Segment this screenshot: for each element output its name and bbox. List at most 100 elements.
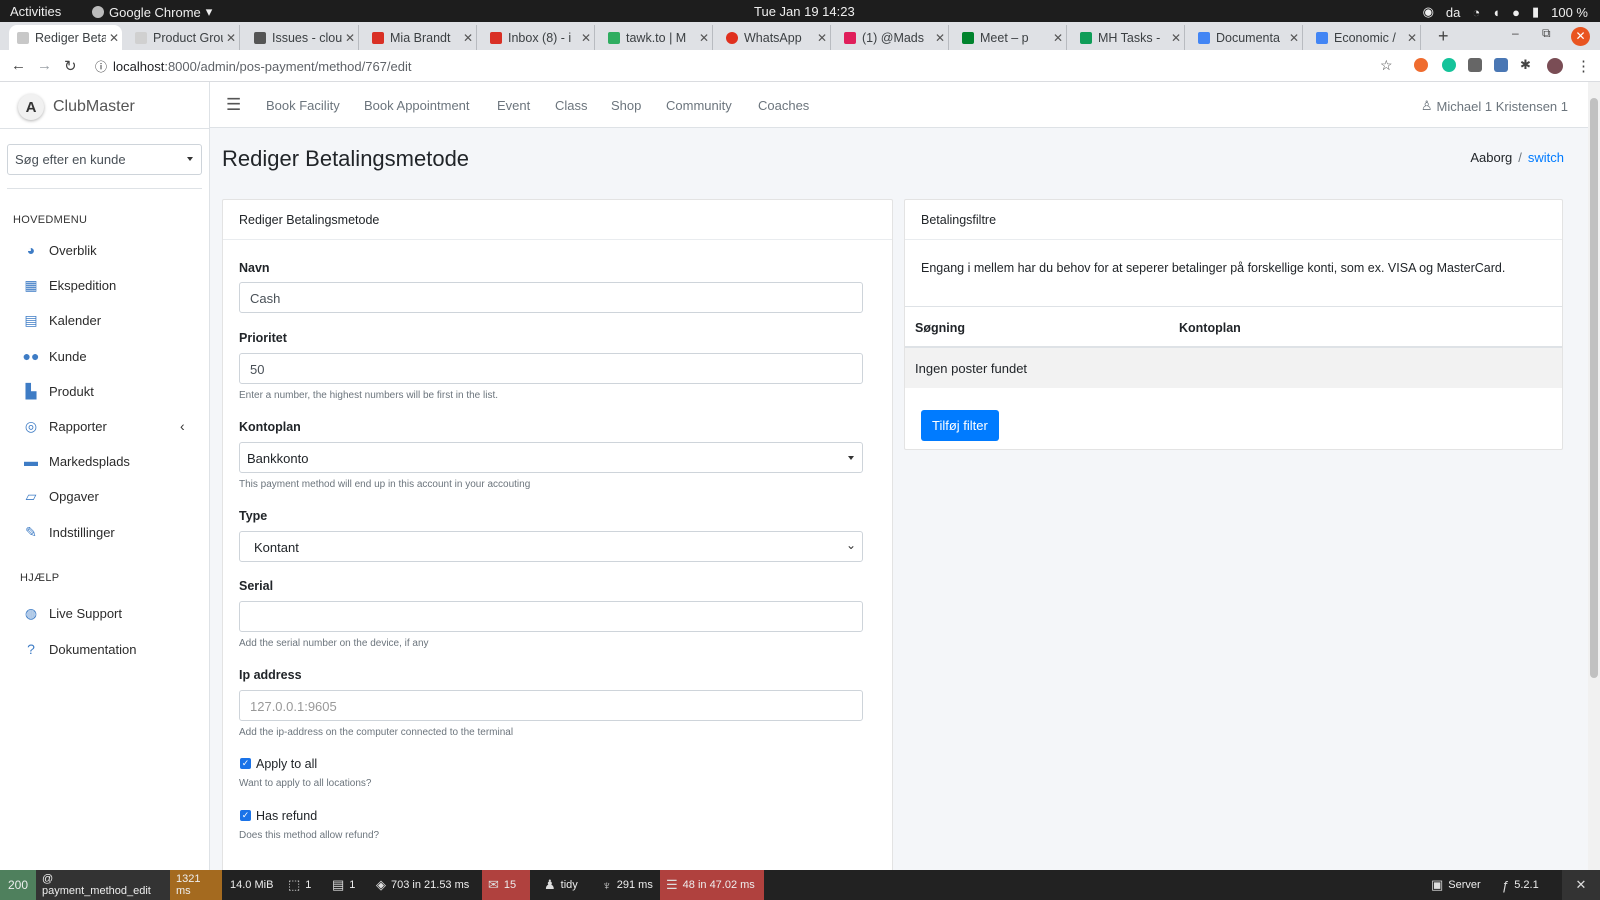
tab-economic[interactable]: Economic / ✕ xyxy=(1308,25,1421,50)
language-indicator[interactable]: da xyxy=(1446,5,1460,20)
tab-issues[interactable]: Issues - cloud ✕ xyxy=(246,25,359,50)
nav-book-appointment[interactable]: Book Appointment xyxy=(364,98,470,113)
close-icon[interactable]: ✕ xyxy=(1050,31,1066,45)
route-name[interactable]: @ payment_method_edit xyxy=(36,870,170,900)
tab-inbox[interactable]: Inbox (8) - i ✕ xyxy=(482,25,595,50)
close-icon[interactable]: ✕ xyxy=(342,31,358,45)
toolbar-close-button[interactable]: ✕ xyxy=(1562,870,1600,900)
brand[interactable]: A ClubMaster xyxy=(18,94,135,120)
profile-avatar[interactable] xyxy=(1547,58,1563,74)
reload-icon[interactable]: ↻ xyxy=(64,57,77,75)
sidebar-item-rapporter[interactable]: ◎ Rapporter ‹ xyxy=(22,415,192,437)
refund-label[interactable]: Has refund xyxy=(256,809,317,823)
breadcrumb-switch-link[interactable]: switch xyxy=(1528,150,1564,165)
apply-all-label[interactable]: Apply to all xyxy=(256,757,317,771)
twig-panel[interactable]: ♆ 291 ms xyxy=(596,870,659,900)
customer-search-select[interactable]: Søg efter en kunde xyxy=(7,144,202,175)
close-icon[interactable]: ✕ xyxy=(223,31,239,45)
sidebar-item-kunde[interactable]: ●● Kunde xyxy=(22,345,87,367)
tab-rediger[interactable]: Rediger Betalingsmetode✕ xyxy=(9,25,122,50)
serial-input[interactable] xyxy=(239,601,863,632)
new-tab-icon[interactable]: + xyxy=(1438,26,1449,47)
database-panel[interactable]: ☰ 48 in 47.02 ms xyxy=(660,870,764,900)
status-code[interactable]: 200 xyxy=(0,870,36,900)
tab-mia-brandt[interactable]: Mia Brandt ✕ xyxy=(364,25,477,50)
close-icon[interactable]: ✕ xyxy=(932,31,948,45)
window-close-icon[interactable]: ✕ xyxy=(1571,27,1590,46)
sidebar-item-kalender[interactable]: ▤ Kalender xyxy=(22,309,101,331)
app-menu[interactable]: Google Chrome ▾ xyxy=(92,4,212,20)
tab-tawk[interactable]: tawk.to | M ✕ xyxy=(600,25,713,50)
sidebar-item-dokumentation[interactable]: ? Dokumentation xyxy=(22,638,136,660)
restore-icon[interactable]: ⧉ xyxy=(1542,26,1551,41)
tab-meet[interactable]: Meet – p ✕ xyxy=(954,25,1067,50)
info-icon[interactable]: ⓘ xyxy=(95,58,107,75)
extension-icon[interactable] xyxy=(1468,58,1482,72)
priority-input[interactable]: 50 xyxy=(239,353,863,384)
grammarly-icon[interactable] xyxy=(1442,58,1456,72)
minimize-icon[interactable]: – xyxy=(1512,26,1519,40)
vertical-scrollbar[interactable] xyxy=(1588,82,1600,870)
tab-slack[interactable]: (1) @Mads ✕ xyxy=(836,25,949,50)
nav-community[interactable]: Community xyxy=(666,98,732,113)
ip-input[interactable]: 127.0.0.1:9605 xyxy=(239,690,863,721)
close-icon[interactable]: ✕ xyxy=(578,31,594,45)
close-icon[interactable]: ✕ xyxy=(1286,31,1302,45)
sidebar-item-ekspedition[interactable]: ▦ Ekspedition xyxy=(22,274,116,296)
cache-panel[interactable]: ◈ 703 in 21.53 ms xyxy=(370,870,475,900)
nav-shop[interactable]: Shop xyxy=(611,98,641,113)
nav-class[interactable]: Class xyxy=(555,98,588,113)
url-field[interactable]: ⓘ localhost:8000/admin/pos-payment/metho… xyxy=(95,55,1395,77)
scrollbar-thumb[interactable] xyxy=(1590,98,1598,678)
account-help: This payment method will end up in this … xyxy=(239,479,531,490)
type-select[interactable]: Kontant ⌄ xyxy=(239,531,863,562)
close-icon[interactable]: ✕ xyxy=(460,31,476,45)
close-icon[interactable]: ✕ xyxy=(106,31,122,45)
extension-icon[interactable] xyxy=(1414,58,1428,72)
server-panel[interactable]: ▣ Server xyxy=(1425,870,1487,900)
close-icon[interactable]: ✕ xyxy=(814,31,830,45)
tab-mh-tasks[interactable]: MH Tasks - ✕ xyxy=(1072,25,1185,50)
close-icon[interactable]: ✕ xyxy=(696,31,712,45)
symfony-version[interactable]: ƒ 5.2.1 xyxy=(1496,870,1545,900)
activities-button[interactable]: Activities xyxy=(10,4,61,19)
nav-coaches[interactable]: Coaches xyxy=(758,98,809,113)
name-input[interactable]: Cash xyxy=(239,282,863,313)
forms-panel[interactable]: ⬚ 1 xyxy=(282,870,317,900)
sidebar: A ClubMaster Søg efter en kunde HOVEDMENU… xyxy=(0,82,210,870)
forward-icon[interactable]: → xyxy=(37,57,52,74)
sidebar-item-opgaver[interactable]: ▱ Opgaver xyxy=(22,485,99,507)
star-icon[interactable]: ☆ xyxy=(1380,57,1393,74)
sidebar-item-live-support[interactable]: ◍ Live Support xyxy=(22,602,122,624)
account-select[interactable]: Bankkonto xyxy=(239,442,863,473)
extension-icon[interactable] xyxy=(1494,58,1508,72)
logs-panel[interactable]: ▤ 1 xyxy=(326,870,361,900)
back-icon[interactable]: ← xyxy=(11,57,26,74)
sidebar-item-indstillinger[interactable]: ✎ Indstillinger xyxy=(22,521,115,543)
add-filter-button[interactable]: Tilføj filter xyxy=(921,410,999,441)
sidebar-item-markedsplads[interactable]: ▬ Markedsplads xyxy=(22,450,130,472)
tab-documenta[interactable]: Documenta ✕ xyxy=(1190,25,1303,50)
sidebar-item-produkt[interactable]: ▙ Produkt xyxy=(22,380,94,402)
sidebar-item-overblik[interactable]: ◕ Overblik xyxy=(22,239,97,261)
close-icon[interactable]: ✕ xyxy=(1404,31,1420,45)
system-tray[interactable]: ◉ da ◔ ◖ ● ▮ 100 % xyxy=(1423,4,1588,20)
translation-panel[interactable]: ✉ 15 xyxy=(482,870,530,900)
clock[interactable]: Tue Jan 19 14:23 xyxy=(754,4,855,19)
kebab-menu-icon[interactable]: ⋮ xyxy=(1576,57,1591,75)
refund-checkbox[interactable]: ✓ xyxy=(240,810,251,821)
close-icon[interactable]: ✕ xyxy=(1168,31,1184,45)
nav-event[interactable]: Event xyxy=(497,98,530,113)
tab-whatsapp[interactable]: WhatsApp ✕ xyxy=(718,25,831,50)
security-panel[interactable]: ♟ tidy xyxy=(538,870,584,900)
hamburger-menu-icon[interactable]: ☰ xyxy=(226,95,241,115)
puzzle-icon[interactable]: ✱ xyxy=(1520,57,1531,73)
nav-book-facility[interactable]: Book Facility xyxy=(266,98,340,113)
request-time[interactable]: 1321 ms xyxy=(170,870,222,900)
memory-usage[interactable]: 14.0 MiB xyxy=(224,870,279,900)
help-heading: HJÆLP xyxy=(20,572,60,584)
tab-product-group[interactable]: Product Group✕ xyxy=(127,25,240,50)
user-menu[interactable]: ♙ Michael 1 Kristensen 1 xyxy=(1421,98,1568,114)
url-path: :8000/admin/pos-payment/method/767/edit xyxy=(164,58,412,74)
apply-all-checkbox[interactable]: ✓ xyxy=(240,758,251,769)
